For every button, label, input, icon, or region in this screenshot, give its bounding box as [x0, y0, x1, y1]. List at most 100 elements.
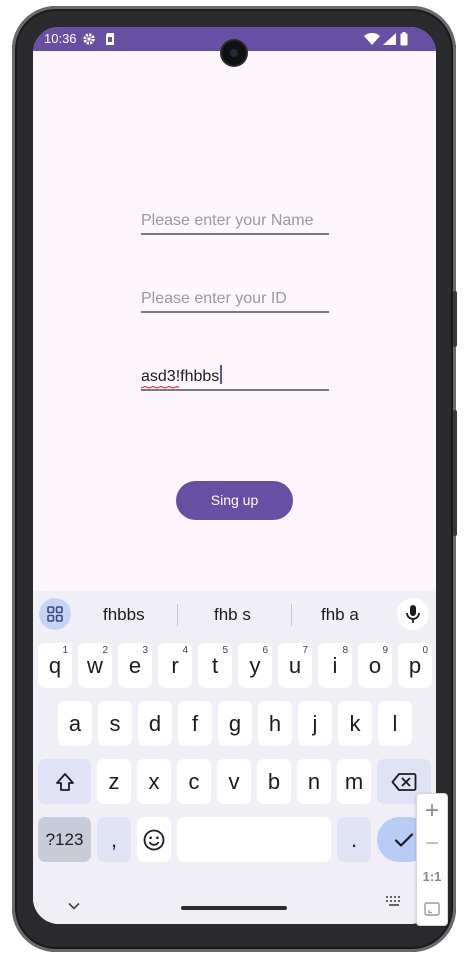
key-a[interactable]: a	[58, 701, 92, 746]
emulator-zoom-toolbar: + − 1:1	[416, 793, 448, 926]
key-letter: p	[408, 653, 422, 678]
key-letter: b	[267, 769, 281, 794]
key-letter: u	[288, 653, 302, 678]
key-letter: a	[68, 711, 82, 736]
key-number-hint: 1	[62, 645, 68, 656]
divider	[291, 604, 292, 626]
key-g[interactable]: g	[218, 701, 252, 746]
key-l[interactable]: l	[378, 701, 412, 746]
key-number-hint: 5	[222, 645, 228, 656]
key-number-hint: 3	[142, 645, 148, 656]
key-letter: z	[108, 769, 120, 794]
key-f[interactable]: f	[178, 701, 212, 746]
key-j[interactable]: j	[298, 701, 332, 746]
apps-grid-icon[interactable]	[39, 598, 71, 630]
status-time: 10:36	[44, 31, 77, 46]
key-letter: k	[349, 711, 361, 736]
period-key[interactable]: .	[337, 817, 371, 862]
key-r[interactable]: r4	[158, 643, 192, 688]
id-placeholder: Please enter your ID	[141, 290, 287, 307]
key-letter: l	[392, 711, 398, 736]
gear-icon	[82, 32, 96, 49]
volume-button	[453, 410, 457, 536]
shift-key[interactable]	[38, 759, 91, 804]
sign-up-button[interactable]: Sing up	[176, 481, 293, 520]
key-number-hint: 9	[382, 645, 388, 656]
key-number-hint: 0	[422, 645, 428, 656]
key-letter: s	[109, 711, 121, 736]
suggestion-3[interactable]: fhb a	[321, 605, 359, 625]
key-h[interactable]: h	[258, 701, 292, 746]
spellcheck-underline	[141, 386, 179, 389]
key-w[interactable]: w2	[78, 643, 112, 688]
key-letter: w	[87, 653, 103, 678]
key-number-hint: 2	[102, 645, 108, 656]
name-field[interactable]: Please enter your Name	[141, 207, 329, 235]
password-field[interactable]: asd3!fhbbs	[141, 363, 329, 391]
key-letter: o	[368, 653, 382, 678]
comma-key[interactable]: ,	[97, 817, 131, 862]
key-q[interactable]: q1	[38, 643, 72, 688]
shift-icon	[55, 773, 74, 791]
suggestion-2[interactable]: fhb s	[214, 605, 251, 625]
key-z[interactable]: z	[97, 759, 131, 804]
key-i[interactable]: i8	[318, 643, 352, 688]
key-letter: j	[312, 711, 318, 736]
emoji-icon	[143, 829, 165, 851]
zoom-in-button[interactable]: +	[417, 795, 447, 827]
key-letter: t	[211, 653, 219, 678]
key-letter: r	[171, 653, 179, 678]
key-o[interactable]: o9	[358, 643, 392, 688]
key-letter: e	[128, 653, 142, 678]
navigation-bar	[33, 889, 436, 924]
key-y[interactable]: y6	[238, 643, 272, 688]
id-field[interactable]: Please enter your ID	[141, 285, 329, 313]
key-x[interactable]: x	[137, 759, 171, 804]
key-s[interactable]: s	[98, 701, 132, 746]
key-c[interactable]: c	[177, 759, 211, 804]
space-key[interactable]	[177, 817, 331, 862]
key-number-hint: 7	[302, 645, 308, 656]
keyboard-switch-icon[interactable]	[385, 894, 403, 912]
key-letter: m	[344, 769, 364, 794]
soft-keyboard: fhbbs fhb s fhb a q1w2e3r4t5y6u7i8o9p0 a…	[33, 591, 436, 924]
key-letter: n	[307, 769, 321, 794]
signal-icon	[383, 33, 396, 48]
key-b[interactable]: b	[257, 759, 291, 804]
key-k[interactable]: k	[338, 701, 372, 746]
backspace-icon	[391, 773, 417, 791]
zoom-out-button[interactable]: −	[417, 828, 447, 860]
text-cursor	[220, 365, 223, 384]
front-camera	[222, 41, 246, 65]
home-gesture-bar[interactable]	[181, 906, 287, 910]
key-t[interactable]: t5	[198, 643, 232, 688]
checkmark-icon	[394, 833, 414, 847]
hide-keyboard-icon[interactable]	[68, 897, 80, 915]
key-letter: q	[48, 653, 62, 678]
key-number-hint: 6	[262, 645, 268, 656]
key-m[interactable]: m	[337, 759, 371, 804]
fit-screen-icon[interactable]	[417, 893, 447, 925]
emoji-key[interactable]	[137, 817, 171, 862]
key-n[interactable]: n	[297, 759, 331, 804]
name-placeholder: Please enter your Name	[141, 212, 314, 229]
suggestion-1[interactable]: fhbbs	[103, 605, 145, 625]
key-letter: v	[228, 769, 240, 794]
key-e[interactable]: e3	[118, 643, 152, 688]
key-letter: g	[228, 711, 242, 736]
key-letter: y	[249, 653, 261, 678]
key-v[interactable]: v	[217, 759, 251, 804]
wifi-icon	[364, 32, 380, 48]
actual-size-button[interactable]: 1:1	[417, 861, 447, 893]
microphone-icon[interactable]	[397, 598, 429, 630]
key-p[interactable]: p0	[398, 643, 432, 688]
password-value: asd3!fhbbs	[141, 365, 223, 386]
key-letter: f	[191, 711, 199, 736]
key-d[interactable]: d	[138, 701, 172, 746]
symbols-key[interactable]: ?123	[38, 817, 91, 862]
key-letter: d	[148, 711, 162, 736]
battery-icon	[400, 32, 408, 49]
key-u[interactable]: u7	[278, 643, 312, 688]
sim-card-icon	[104, 32, 116, 49]
key-letter: i	[332, 653, 338, 678]
